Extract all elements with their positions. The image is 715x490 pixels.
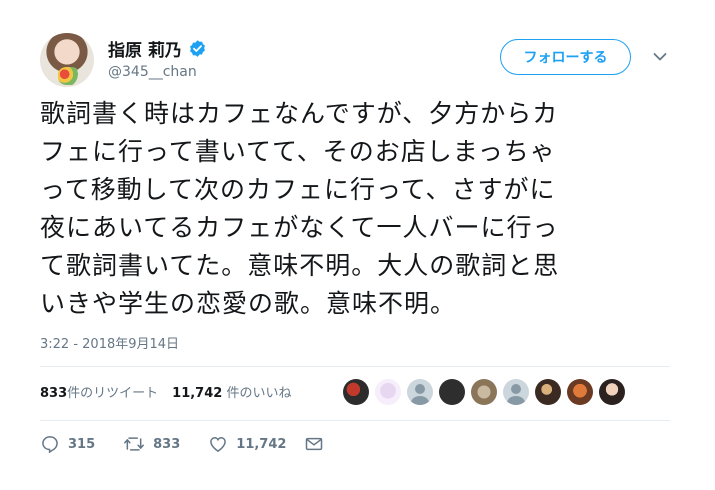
user-handle[interactable]: @345__chan — [108, 64, 197, 80]
reply-count: 315 — [68, 436, 96, 452]
liker-avatar[interactable] — [343, 379, 369, 405]
avatar[interactable] — [40, 33, 94, 87]
reply-icon — [42, 436, 58, 454]
liker-avatar[interactable] — [471, 379, 497, 405]
like-stat-label: 件のいいね — [222, 386, 292, 401]
retweet-count: 833 — [153, 436, 181, 452]
direct-message-icon — [306, 437, 323, 451]
retweet-stat-label: 件のリツイート — [67, 386, 159, 401]
liker-avatar[interactable] — [503, 379, 529, 405]
reply-button[interactable]: 315 — [40, 434, 95, 454]
retweet-button[interactable]: 833 — [123, 434, 180, 454]
like-stat[interactable]: 11,742 件のいいね — [172, 382, 291, 401]
tweet-actions: 315 833 11,742 — [40, 434, 352, 454]
tweet-timestamp[interactable]: 3:22 - 2018年9月14日 — [40, 333, 179, 352]
liker-avatars — [343, 379, 625, 405]
verified-badge-icon — [189, 40, 205, 57]
retweet-stat-count: 833 — [40, 386, 68, 401]
liker-avatar[interactable] — [567, 379, 593, 405]
display-name[interactable]: 指原 莉乃 — [108, 36, 182, 61]
like-icon — [210, 436, 227, 452]
chevron-down-icon[interactable] — [653, 52, 667, 62]
divider-bottom — [40, 420, 670, 421]
like-count: 11,742 — [236, 436, 287, 452]
tweet-text: 歌詞書く時はカフェなんですが、夕方からカ フェに行って書いてて、そのお店しまっち… — [40, 99, 560, 318]
retweet-icon — [124, 437, 145, 451]
direct-message-button[interactable] — [304, 434, 324, 454]
liker-avatar[interactable] — [439, 379, 465, 405]
liker-avatar[interactable] — [599, 379, 625, 405]
like-stat-count: 11,742 — [172, 386, 223, 401]
user-name-row: 指原 莉乃 — [108, 36, 207, 61]
like-button[interactable]: 11,742 — [208, 434, 286, 454]
divider-top — [40, 366, 670, 367]
follow-button[interactable]: フォローする — [500, 39, 631, 75]
liker-avatar[interactable] — [535, 379, 561, 405]
liker-avatar[interactable] — [375, 379, 401, 405]
engagement-stats: 833件のリツイート 11,742 件のいいね — [40, 382, 291, 401]
retweet-stat[interactable]: 833件のリツイート — [40, 382, 158, 401]
liker-avatar[interactable] — [407, 379, 433, 405]
